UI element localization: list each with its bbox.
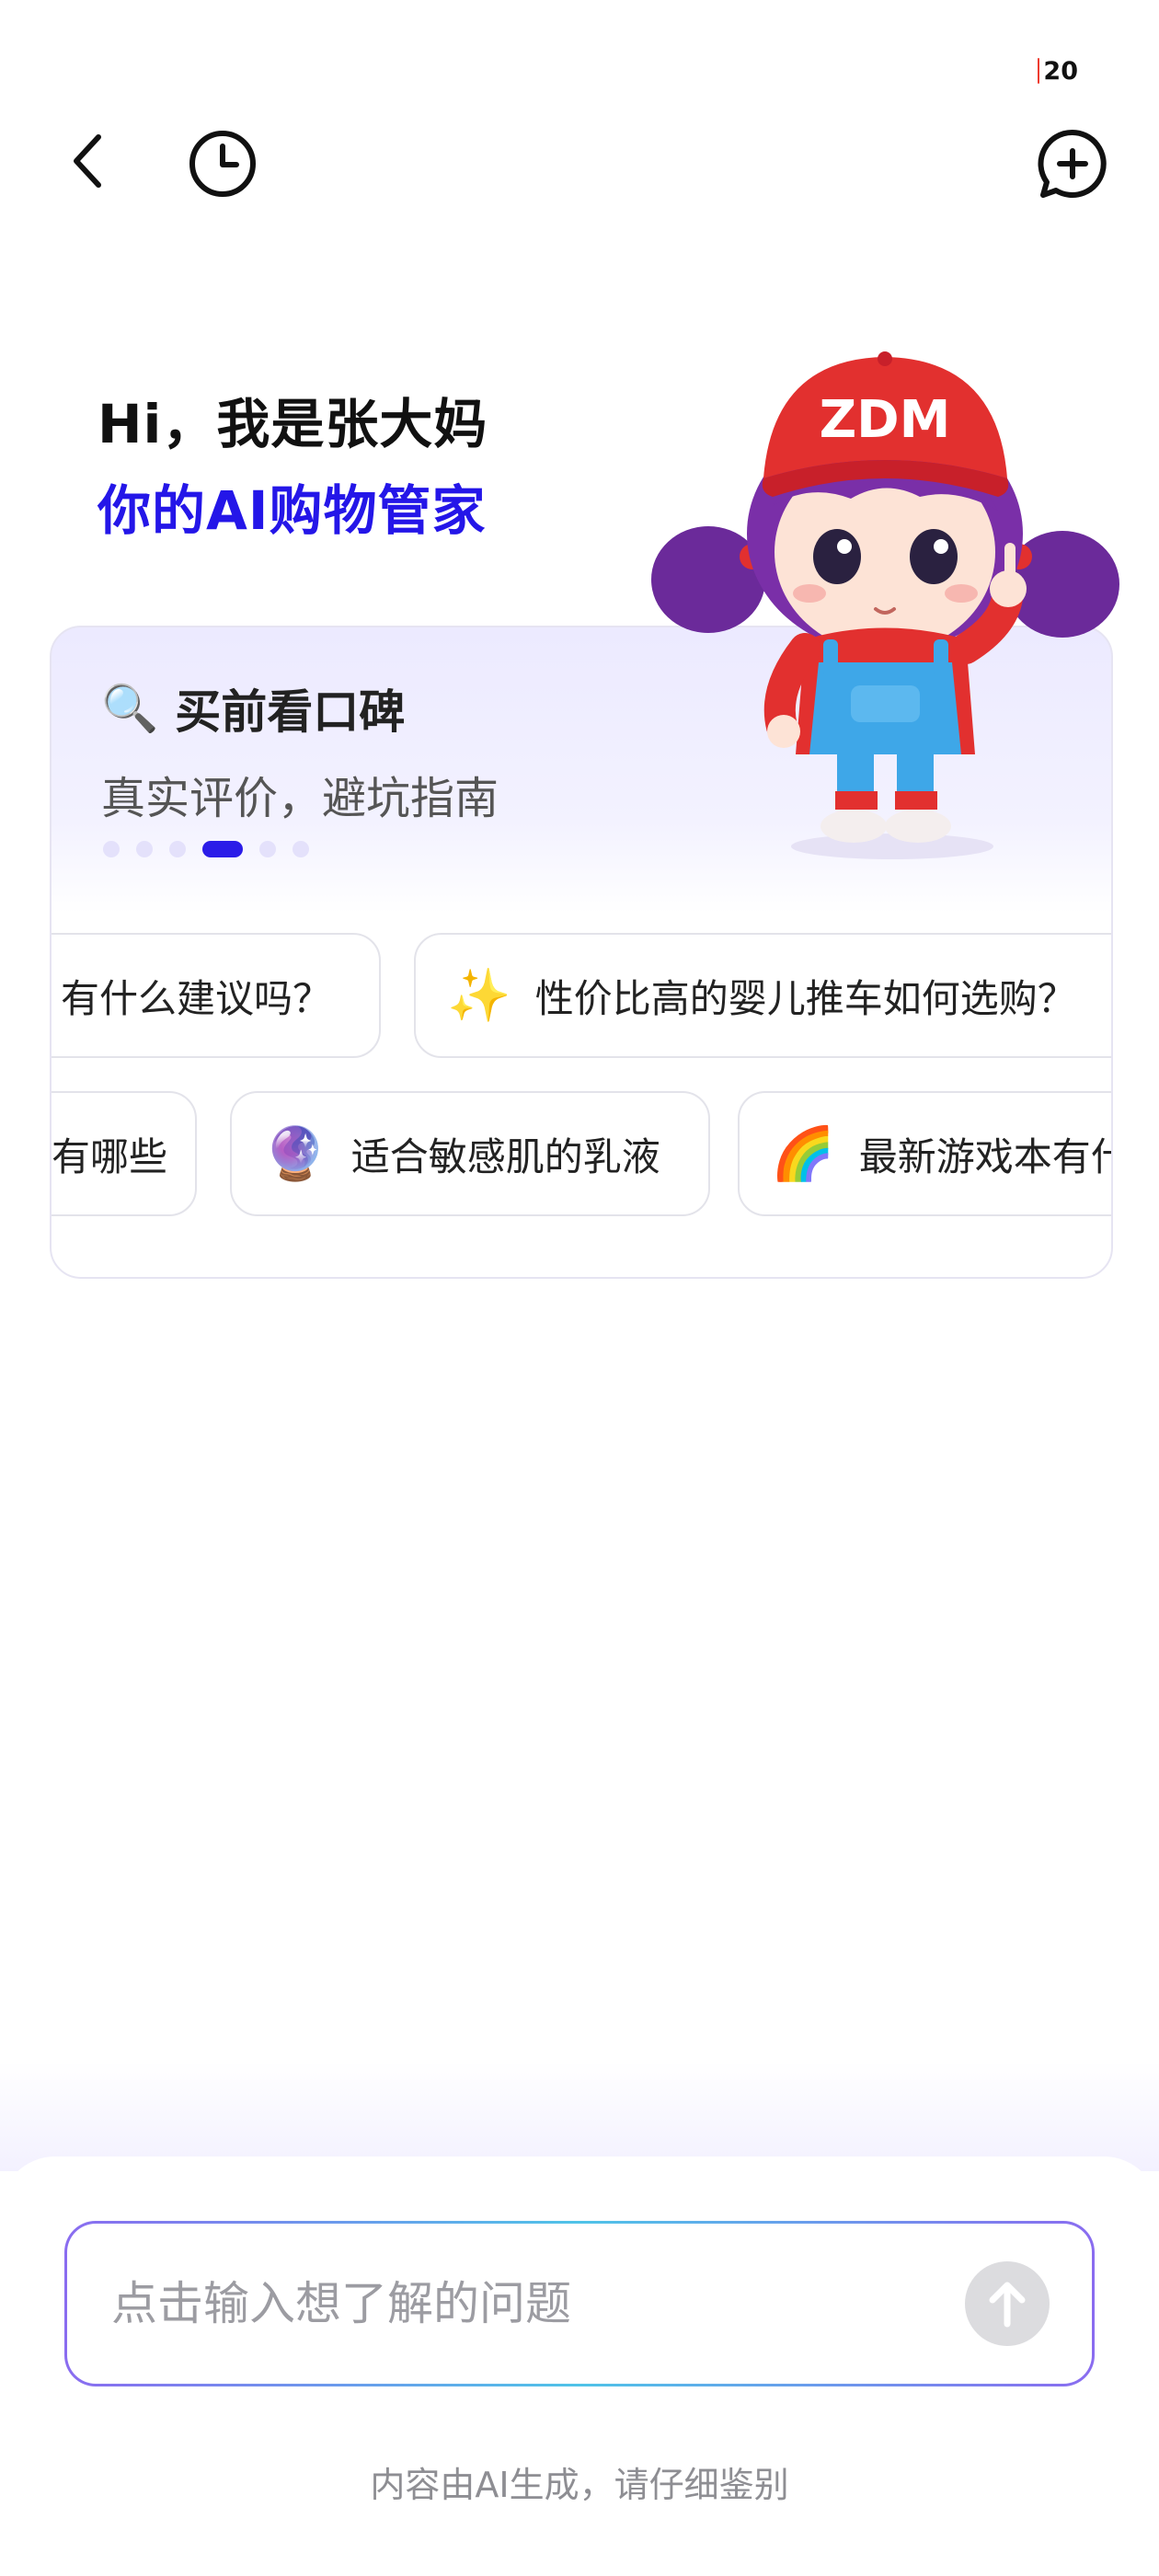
back-button[interactable] <box>55 129 120 193</box>
crystal-ball-icon: 🔮 <box>263 1124 327 1184</box>
question-input[interactable] <box>109 2276 965 2331</box>
battery-level: 20 <box>1043 56 1078 86</box>
battery-icon <box>1038 58 1040 84</box>
feature-title-text: 买前看口碑 <box>175 685 406 739</box>
chevron-left-icon <box>74 134 101 188</box>
rainbow-icon: 🌈 <box>771 1124 835 1184</box>
carousel-dot[interactable] <box>136 841 153 857</box>
carousel-dot[interactable] <box>103 841 120 857</box>
arrow-up-icon <box>989 2282 1026 2328</box>
battery-indicator: 20 <box>1038 56 1078 86</box>
bottom-gradient <box>0 2061 1159 2171</box>
cap-text: ZDM <box>820 390 951 450</box>
carousel-indicator <box>103 841 309 857</box>
feature-description: 真实评价，避坑指南 <box>101 773 499 824</box>
carousel-dot[interactable] <box>169 841 186 857</box>
suggestion-chip[interactable]: 有哪些 <box>52 1091 197 1216</box>
suggestion-text: 适合敏感肌的乳液 <box>350 1133 660 1179</box>
suggestion-chip[interactable]: ✨ 性价比高的婴儿推车如何选购？ <box>414 933 1111 1058</box>
suggestion-text: 性价比高的婴儿推车如何选购？ <box>534 975 1076 1021</box>
greeting-subtitle: 你的AI购物管家 <box>98 479 487 542</box>
history-button[interactable] <box>184 125 261 202</box>
mascot-illustration: ZDM <box>651 351 1119 859</box>
magnifier-icon: 🔍 <box>101 681 159 735</box>
feature-title[interactable]: 🔍 买前看口碑 <box>101 675 405 742</box>
ai-disclaimer: 内容由AI生成，请仔细鉴别 <box>370 2465 789 2505</box>
carousel-dot[interactable] <box>259 841 276 857</box>
suggestion-text: 有什么建议吗？ <box>61 975 332 1021</box>
suggestion-chip[interactable]: 有什么建议吗？ <box>52 933 381 1058</box>
chat-plus-icon <box>1038 129 1107 198</box>
clock-icon <box>189 131 256 197</box>
new-chat-button[interactable] <box>1034 125 1111 202</box>
sparkles-icon: ✨ <box>447 966 511 1026</box>
suggestion-chip[interactable]: 🌈 最新游戏本有什么 <box>738 1091 1111 1216</box>
suggestion-text: 有哪些 <box>52 1133 168 1179</box>
send-button[interactable] <box>965 2261 1050 2346</box>
greeting-title: Hi，我是张大妈 <box>98 393 488 455</box>
carousel-dot[interactable] <box>293 841 309 857</box>
composer-box <box>64 2221 1095 2386</box>
carousel-dot-active[interactable] <box>202 841 243 857</box>
suggestion-chip[interactable]: 🔮 适合敏感肌的乳液 <box>230 1091 710 1216</box>
suggestion-text: 最新游戏本有什么 <box>858 1133 1111 1179</box>
